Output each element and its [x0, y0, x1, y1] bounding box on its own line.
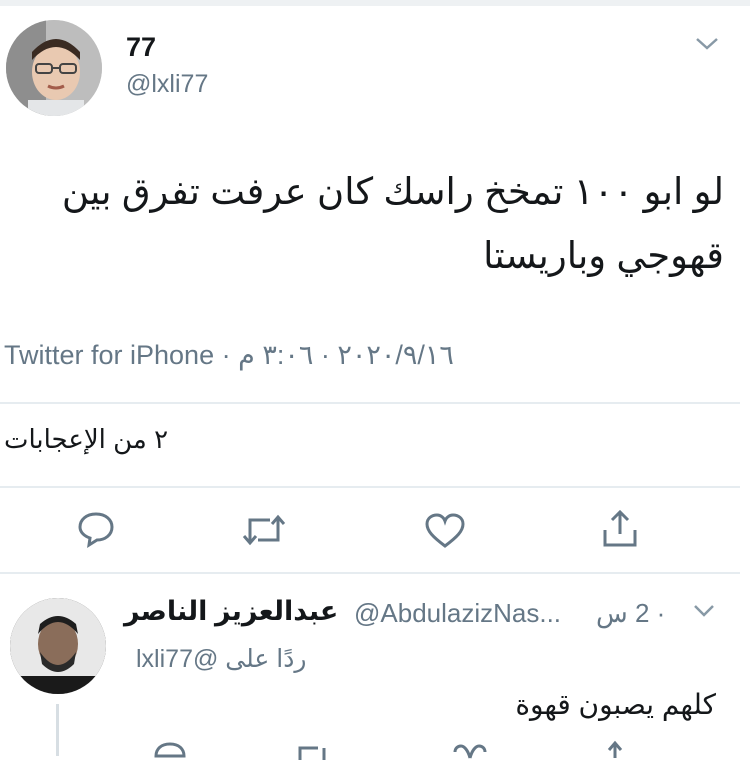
reply-handle[interactable]: @AbdulazizNas... [354, 598, 561, 629]
reply-avatar[interactable] [10, 598, 106, 694]
reply-text: كلهم يصبون قهوة [515, 689, 716, 720]
likes-count[interactable]: ٢ من الإعجابات [4, 424, 168, 455]
retweet-icon[interactable] [242, 512, 286, 548]
tweet-text-line-2: قهوجي وباريستا [483, 235, 724, 276]
thread-line [56, 704, 59, 756]
heart-icon[interactable] [424, 512, 466, 550]
divider-1 [0, 402, 740, 404]
chevron-down-icon[interactable] [694, 34, 720, 54]
handle[interactable]: @lxli77 [126, 70, 208, 99]
replying-to[interactable]: ردًا على @lxli77 [136, 644, 306, 674]
reply-share-icon[interactable] [600, 740, 630, 758]
top-edge [0, 0, 750, 6]
reply-chevron-down-icon[interactable] [692, 602, 716, 620]
reply-icon[interactable] [76, 510, 116, 548]
tweet-text-line-1: لو ابو ١٠٠ تمخخ راسك كان عرفت تفرق بين [61, 171, 724, 212]
divider-2 [0, 486, 740, 488]
reply-display-name[interactable]: عبدالعزيز الناصر [124, 596, 338, 627]
reply-heart-icon[interactable] [452, 742, 488, 760]
avatar[interactable] [6, 20, 102, 116]
display-name[interactable]: 77 [126, 32, 156, 63]
reply-reply-icon[interactable] [152, 740, 188, 760]
tweet-meta[interactable]: Twitter for iPhone · ٢٠٢٠/٩/١٦ · ٣:٠٦ م [4, 340, 454, 371]
reply-avatar-photo [10, 598, 106, 694]
reply-time: · 2 س [596, 598, 666, 628]
avatar-photo [6, 20, 102, 116]
divider-3 [0, 572, 740, 574]
reply-retweet-icon[interactable] [294, 742, 330, 760]
share-icon[interactable] [600, 508, 640, 550]
